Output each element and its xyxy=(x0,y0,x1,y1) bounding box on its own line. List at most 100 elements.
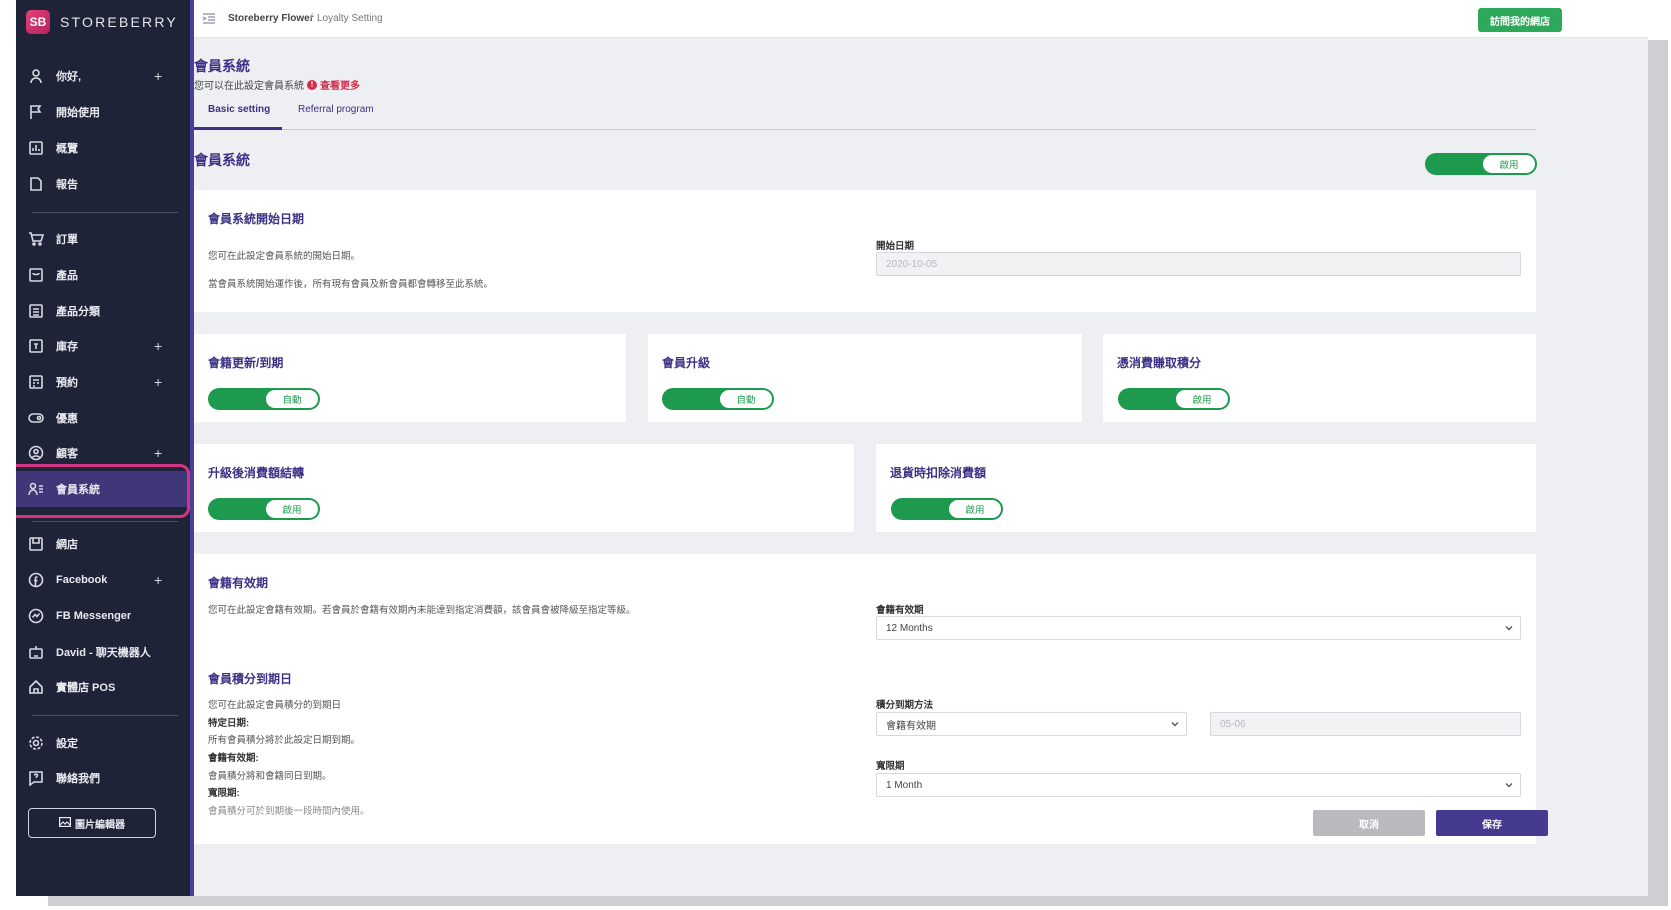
validity-select[interactable]: 12 Months xyxy=(876,616,1521,640)
sidebar-item-label: 你好, xyxy=(56,71,82,83)
flag-icon xyxy=(28,104,44,120)
sidebar-item-label: FB Messenger xyxy=(56,610,132,622)
expand-plus-icon[interactable]: + xyxy=(154,338,162,354)
sidebar-divider xyxy=(32,212,178,213)
sidebar-item-facebook[interactable]: Facebook + xyxy=(16,562,190,598)
sidebar-item-pos[interactable]: 實體店 POS xyxy=(16,669,190,705)
tab-referral-program[interactable]: Referral program xyxy=(298,104,374,115)
sidebar-item-discounts[interactable]: 優惠 xyxy=(16,400,190,436)
card-description: 您可在此設定會籍有效期。若會員於會籍有效期內未能達到指定消費額，該會員會被降級至… xyxy=(208,605,636,616)
image-editor-button[interactable]: 圖片編輯器 xyxy=(28,808,156,838)
image-icon xyxy=(59,816,72,830)
sidebar-item-overview[interactable]: 概覽 xyxy=(16,130,190,166)
active-tab-indicator xyxy=(194,127,282,130)
loyalty-system-toggle[interactable]: 啟用 xyxy=(1425,153,1537,175)
sidebar-item-label: 顧客 xyxy=(56,448,78,460)
cancel-button[interactable]: 取消 xyxy=(1313,810,1425,836)
carry-over-card: 升級後消費額結轉 啟用 xyxy=(194,444,854,532)
refund-deduct-toggle[interactable]: 啟用 xyxy=(891,498,1003,520)
page-subtitle-text: 您可以在此設定會員系統 xyxy=(194,81,304,92)
home-store-icon xyxy=(28,679,44,695)
renewal-card: 會籍更新/到期 自動 xyxy=(194,334,626,422)
sidebar-item-orders[interactable]: 訂單 xyxy=(16,221,190,257)
points-expiry-desc: 您可在此設定會員積分的到期日 xyxy=(208,700,342,711)
sidebar-item-loyalty[interactable]: 會員系統 xyxy=(16,471,190,507)
messenger-icon xyxy=(28,608,44,624)
card-title: 升級後消費額結轉 xyxy=(208,466,305,480)
upgrade-toggle[interactable]: 自動 xyxy=(662,388,774,410)
carry-over-toggle[interactable]: 啟用 xyxy=(208,498,320,520)
validity-label: 會籍有效期 xyxy=(876,605,924,616)
start-date-input: 2020-10-05 xyxy=(876,252,1521,276)
sidebar-divider xyxy=(32,521,178,522)
member-list-icon xyxy=(28,481,44,497)
sidebar-item-label: 產品 xyxy=(56,270,78,282)
info-icon: ! xyxy=(307,79,317,90)
card-title: 會籍有效期 xyxy=(208,576,269,590)
card-title: 會員系統開始日期 xyxy=(208,212,305,226)
app-window: SB STOREBERRY 你好, + 開始使用 概覽 報告 訂單 產品 產品分… xyxy=(16,0,1648,896)
visit-store-button[interactable]: 訪問我的網店 xyxy=(1478,8,1562,32)
page-title: 會員系統 xyxy=(194,58,250,74)
validity-select-value: 12 Months xyxy=(886,622,933,634)
validity-option-label: 會籍有效期: xyxy=(208,753,259,764)
chevron-down-icon xyxy=(1171,722,1179,727)
logo-icon: SB xyxy=(26,10,50,34)
card-title: 會員升級 xyxy=(662,356,711,370)
sidebar-item-greeting[interactable]: 你好, + xyxy=(16,58,190,94)
sidebar-item-online-store[interactable]: 網店 xyxy=(16,526,190,562)
list-icon xyxy=(28,303,44,319)
menu-collapse-icon[interactable] xyxy=(202,12,216,26)
breadcrumb-store[interactable]: Storeberry Flower xyxy=(228,13,314,24)
toggle-knob: 自動 xyxy=(720,390,772,408)
save-button[interactable]: 保存 xyxy=(1436,810,1548,836)
sidebar-item-fb-messenger[interactable]: FB Messenger xyxy=(16,598,190,634)
points-expiry-title: 會員積分到期日 xyxy=(208,672,293,686)
expand-plus-icon[interactable]: + xyxy=(154,374,162,390)
sidebar-item-reports[interactable]: 報告 xyxy=(16,166,190,202)
earn-points-card: 憑消費賺取積分 啟用 xyxy=(1103,334,1536,422)
earn-points-toggle[interactable]: 啟用 xyxy=(1118,388,1230,410)
see-more-link[interactable]: 查看更多 xyxy=(320,77,360,92)
sidebar-item-categories[interactable]: 產品分類 xyxy=(16,293,190,329)
card-description: 當會員系統開始運作後，所有現有會員及新會員都會轉移至此系統。 xyxy=(208,279,494,290)
chevron-down-icon xyxy=(1505,626,1513,631)
start-date-card: 會員系統開始日期 您可在此設定會員系統的開始日期。 當會員系統開始運作後，所有現… xyxy=(194,190,1536,312)
renewal-toggle[interactable]: 自動 xyxy=(208,388,320,410)
toggle-knob: 啟用 xyxy=(1483,155,1535,173)
expand-plus-icon[interactable]: + xyxy=(154,572,162,588)
sidebar-item-contact[interactable]: 聯絡我們 xyxy=(16,760,190,796)
grace-period-select[interactable]: 1 Month xyxy=(876,773,1521,797)
specific-date-desc: 所有會員積分將於此設定日期到期。 xyxy=(208,735,361,746)
sidebar-item-products[interactable]: 產品 xyxy=(16,257,190,293)
logo[interactable]: SB STOREBERRY xyxy=(26,9,178,35)
expand-plus-icon[interactable]: + xyxy=(154,445,162,461)
toggle-knob: 自動 xyxy=(266,390,318,408)
sidebar-item-booking[interactable]: 預約 + xyxy=(16,364,190,400)
sidebar-item-getting-started[interactable]: 開始使用 xyxy=(16,94,190,130)
expiry-method-select[interactable]: 會籍有效期 xyxy=(876,712,1187,736)
user-icon xyxy=(28,68,44,84)
expand-plus-icon[interactable]: + xyxy=(154,68,162,84)
sidebar-item-label: 預約 xyxy=(56,377,78,389)
inventory-icon xyxy=(28,338,44,354)
expiry-method-value: 會籍有效期 xyxy=(886,720,936,732)
tab-basic-setting[interactable]: Basic setting xyxy=(208,104,270,115)
sidebar-divider xyxy=(32,715,178,716)
refund-deduct-card: 退貨時扣除消費額 啟用 xyxy=(876,444,1536,532)
tab-bar: Basic setting Referral program xyxy=(194,100,1536,130)
sidebar-item-label: 網店 xyxy=(56,539,78,551)
sidebar-item-label: 開始使用 xyxy=(56,107,100,119)
section-title: 會員系統 xyxy=(194,152,250,168)
sidebar-item-chatbot[interactable]: David - 聊天機器人 xyxy=(16,634,190,670)
sidebar-item-customers[interactable]: 顧客 + xyxy=(16,435,190,471)
gear-icon xyxy=(28,735,44,751)
facebook-icon xyxy=(28,572,44,588)
sidebar-item-label: 優惠 xyxy=(56,413,78,425)
sidebar-item-label: 設定 xyxy=(56,738,78,750)
top-bar: Storeberry Flower / Loyalty Setting 訪問我的… xyxy=(194,0,1648,38)
sidebar-item-inventory[interactable]: 庫存 + xyxy=(16,328,190,364)
calendar-icon xyxy=(28,374,44,390)
sidebar-item-settings[interactable]: 設定 xyxy=(16,725,190,761)
product-box-icon xyxy=(28,267,44,283)
